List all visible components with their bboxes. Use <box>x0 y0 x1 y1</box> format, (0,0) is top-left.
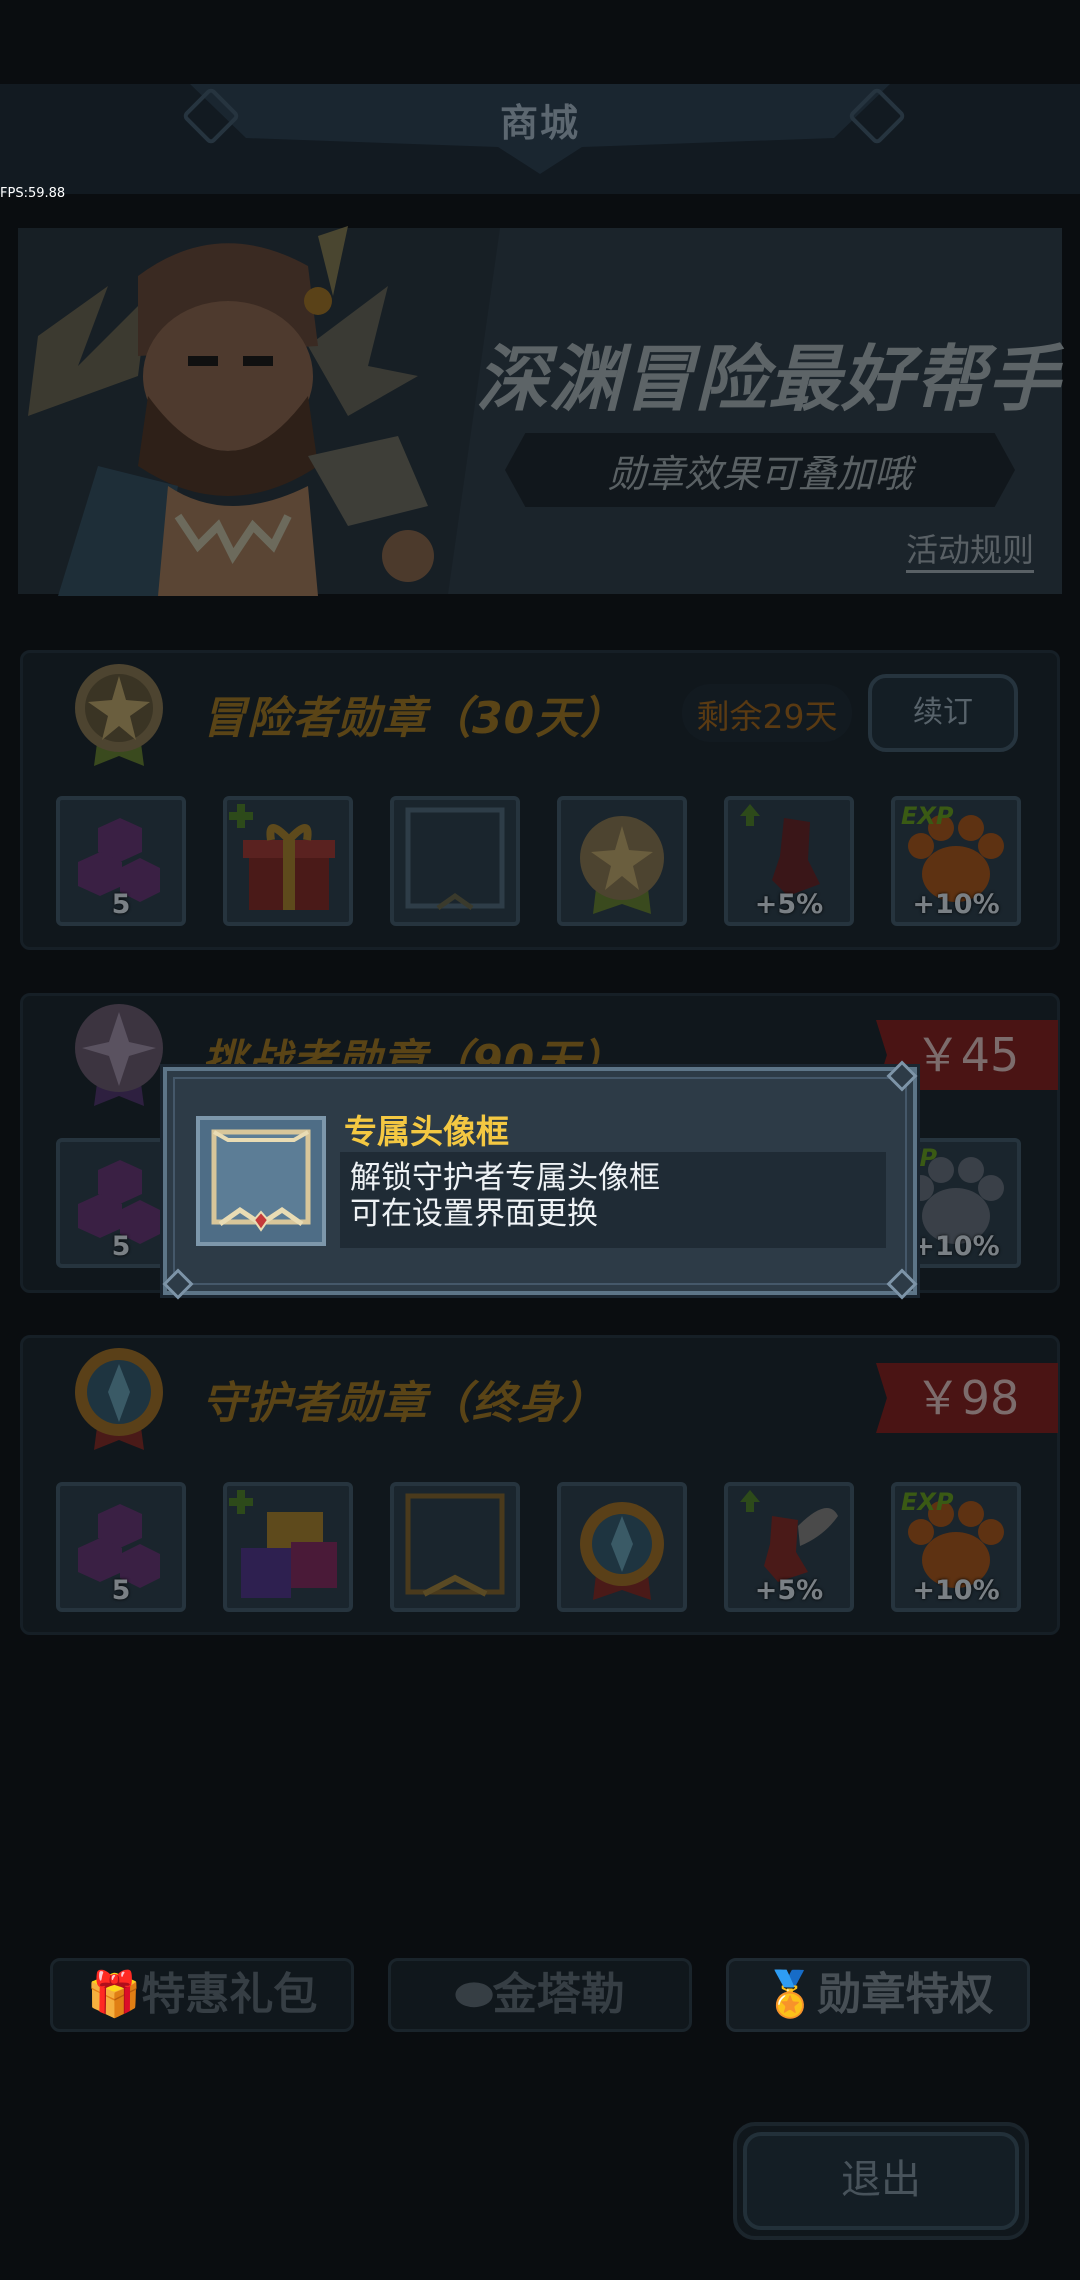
adventurer-medal-title: 冒险者勋章（30天） <box>202 693 626 744</box>
hero-character-icon <box>28 226 434 596</box>
remaining-days: 剩余29天 <box>696 697 838 736</box>
guardian-price-button[interactable]: ￥98 <box>876 1363 1058 1433</box>
tab-medal-privileges[interactable]: 🏅勋章特权 <box>726 1958 1030 2032</box>
tab-label: ⬬金塔勒 <box>455 1969 625 2020</box>
guardian-medal-icon <box>75 1348 163 1450</box>
popup-description: 解锁守护者专属头像框 可在设置界面更换 <box>350 1160 880 1232</box>
reward-slot-gems[interactable]: 5 <box>56 1482 186 1612</box>
exp-bonus: +10% <box>912 1575 1000 1606</box>
reward-slot-exp[interactable]: EXP +10% <box>891 1482 1021 1612</box>
tab-label: 🎁特惠礼包 <box>86 1969 318 2020</box>
medal-icon <box>580 1502 664 1600</box>
banner-title: 深渊冒险最好帮手 <box>475 337 1060 421</box>
banner-subtitle: 勋章效果可叠加哦 <box>607 452 912 496</box>
fps-counter: FPS:59.88 <box>0 186 66 201</box>
popup-title: 专属头像框 <box>344 1112 509 1151</box>
challenger-medal-icon <box>75 1004 163 1106</box>
coin-icon: ⬬ <box>455 1969 493 2020</box>
page: 商城 FPS:59.88 深渊冒险最好帮手 勋章效果可叠加哦 活动规则 冒险者勋… <box>0 0 1080 2280</box>
speed-bonus: +5% <box>754 889 824 920</box>
medal-icon: 🏅 <box>762 1969 818 2020</box>
guardian-medal-title: 守护者勋章（终身） <box>202 1378 607 1429</box>
page-title: 商城 <box>499 101 580 145</box>
gem-count: 5 <box>111 1575 131 1606</box>
speed-bonus: +5% <box>754 1575 824 1606</box>
tab-gold[interactable]: ⬬金塔勒 <box>388 1958 692 2032</box>
reward-slot-medal[interactable] <box>557 1482 687 1612</box>
tab-label: 🏅勋章特权 <box>762 1969 994 2020</box>
popup-reward-icon <box>196 1116 326 1246</box>
reward-slot-boot[interactable]: +5% <box>724 796 854 926</box>
renew-button[interactable]: 续订 <box>868 674 1018 752</box>
reward-slot-gems[interactable]: 5 <box>56 796 186 926</box>
popup-desc-line: 可在设置界面更换 <box>350 1196 598 1232</box>
exp-bonus: +10% <box>912 889 1000 920</box>
gem-count: 5 <box>111 889 131 920</box>
exit-button[interactable]: 退出 <box>743 2132 1019 2230</box>
reward-slot-exp[interactable]: EXP +10% <box>891 796 1021 926</box>
activity-rules-link[interactable]: 活动规则 <box>906 530 1035 573</box>
tab-special-offers[interactable]: 🎁特惠礼包 <box>50 1958 354 2032</box>
reward-slot-medal[interactable] <box>557 796 687 926</box>
reward-slot-avatar-frame[interactable] <box>390 796 520 926</box>
gift-box-icon <box>229 1490 337 1598</box>
reward-slot-avatar-frame[interactable] <box>390 1482 520 1612</box>
gift-box-icon <box>229 804 335 910</box>
medal-icon <box>580 816 664 914</box>
avatar-frame-icon <box>405 807 505 911</box>
popup-desc-line: 解锁守护者专属头像框 <box>350 1160 660 1196</box>
gift-icon: 🎁 <box>86 1969 142 2020</box>
avatar-frame-icon <box>405 1493 505 1597</box>
exp-tag: EXP <box>901 802 954 830</box>
avatar-frame-icon <box>211 1129 311 1232</box>
reward-slot-gift[interactable] <box>223 796 353 926</box>
reward-slot-winged-boot[interactable]: +5% <box>724 1482 854 1612</box>
reward-slot-gift[interactable] <box>223 1482 353 1612</box>
adventurer-medal-icon <box>75 664 163 766</box>
exp-tag: EXP <box>901 1488 954 1516</box>
